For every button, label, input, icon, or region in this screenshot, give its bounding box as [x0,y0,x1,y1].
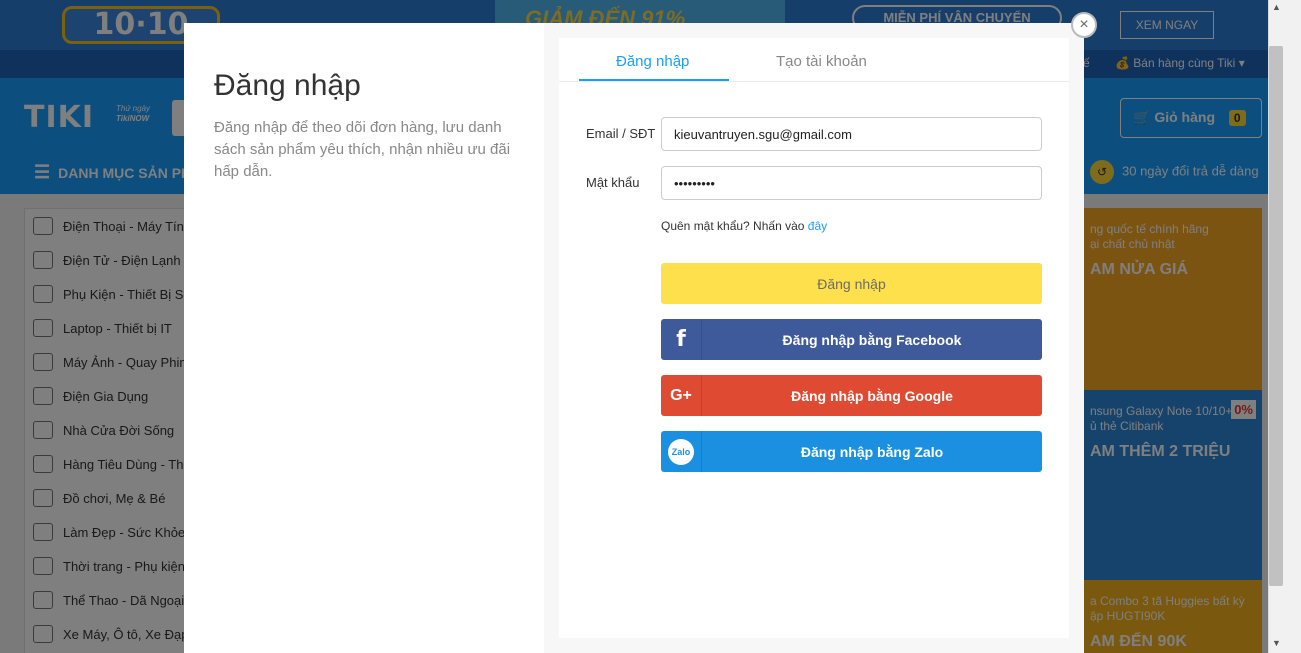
google-login-button[interactable]: G+ Đăng nhập bằng Google [661,375,1042,416]
login-button[interactable]: Đăng nhập [661,263,1042,304]
zalo-icon: Zalo [668,438,694,465]
facebook-login-label: Đăng nhập bằng Facebook [782,331,962,348]
email-label: Email / SĐT [586,126,656,141]
auth-tabs: Đăng nhập Tạo tài khoản [559,38,1069,82]
tab-login[interactable]: Đăng nhập [616,53,689,70]
password-field[interactable] [661,166,1042,200]
scroll-up-arrow-icon[interactable]: ▲ [1272,2,1281,12]
google-login-label: Đăng nhập bằng Google [791,387,953,404]
scroll-down-arrow-icon[interactable]: ▼ [1272,638,1281,648]
forgot-password-link[interactable]: đây [808,219,827,233]
zalo-icon-wrap: Zalo [661,431,702,472]
modal-intro: Đăng nhập Đăng nhập để theo dõi đơn hàng… [184,23,544,653]
google-plus-icon: G+ [661,375,702,416]
forgot-password-text: Quên mật khẩu? Nhấn vào [661,219,805,233]
modal-form-area: Đăng nhập Tạo tài khoản Email / SĐT Mật … [544,23,1084,653]
forgot-password: Quên mật khẩu? Nhấn vào đây [661,219,827,233]
tab-register[interactable]: Tạo tài khoản [776,53,867,70]
facebook-icon: f [661,319,702,360]
login-modal: Đăng nhập Đăng nhập để theo dõi đơn hàng… [184,23,1084,653]
scrollbar-thumb[interactable] [1269,46,1283,586]
modal-title: Đăng nhập [214,69,361,102]
close-icon[interactable]: × [1071,12,1097,38]
login-panel: Đăng nhập Tạo tài khoản Email / SĐT Mật … [559,38,1069,638]
facebook-login-button[interactable]: f Đăng nhập bằng Facebook [661,319,1042,360]
zalo-login-button[interactable]: Zalo Đăng nhập bằng Zalo [661,431,1042,472]
modal-description: Đăng nhập để theo dõi đơn hàng, lưu danh… [214,119,511,180]
active-tab-indicator [579,79,729,81]
zalo-login-label: Đăng nhập bằng Zalo [800,443,944,460]
password-label: Mật khẩu [586,175,640,190]
email-field[interactable] [661,117,1042,151]
